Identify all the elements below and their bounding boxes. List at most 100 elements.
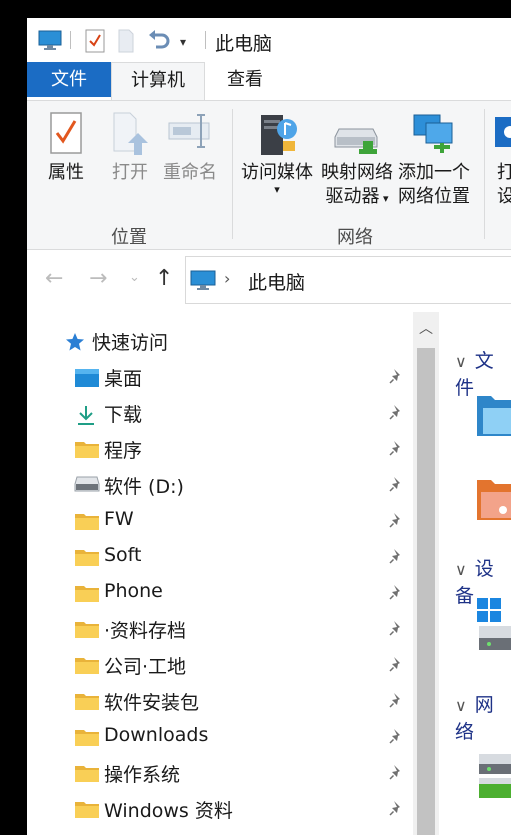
nav-item[interactable]: Downloads	[27, 720, 439, 756]
folder-icon	[75, 800, 99, 824]
nav-item[interactable]: 操作系统	[27, 756, 439, 792]
pin-icon[interactable]	[389, 548, 405, 568]
section-header-network[interactable]: ∨ 网络	[455, 690, 511, 744]
nav-item-label: 程序	[104, 440, 143, 462]
navigation-scrollbar[interactable]: ︿	[413, 312, 439, 835]
nav-item[interactable]: 桌面	[27, 360, 439, 396]
desktop-icon	[75, 368, 99, 392]
nav-item[interactable]: 软件安装包	[27, 684, 439, 720]
nav-item-label: 操作系统	[104, 764, 181, 786]
pin-icon[interactable]	[389, 512, 405, 532]
this-pc-icon	[38, 29, 62, 55]
content-pane: ∨ 文件 ∨ 设备 ∨ 网络	[443, 310, 511, 835]
pin-icon[interactable]	[389, 656, 405, 676]
nav-item[interactable]: Windows 资料	[27, 792, 439, 828]
network-drive-icon[interactable]	[475, 750, 511, 806]
nav-item[interactable]: 软件 (D:)	[27, 468, 439, 504]
location-group-label: 位置	[111, 227, 147, 248]
forward-arrow-icon[interactable]: →	[89, 266, 107, 291]
nav-item[interactable]: ·资料存档	[27, 612, 439, 648]
open-label: 打开	[112, 162, 148, 183]
up-arrow-icon[interactable]: ↑	[155, 266, 173, 291]
nav-item-label: Soft	[104, 544, 142, 566]
network-group-label: 网络	[337, 227, 373, 248]
open-settings-label-2: 设	[497, 186, 511, 207]
pin-icon[interactable]	[389, 620, 405, 640]
chevron-down-icon: ∨	[455, 352, 467, 371]
pin-icon[interactable]	[389, 440, 405, 460]
folder-icon	[75, 548, 99, 572]
open-settings-button[interactable]: 打 设	[491, 111, 511, 209]
back-arrow-icon[interactable]: ←	[45, 266, 63, 291]
navigation-bar: ← → ⌄ ↑ › 此电脑	[27, 250, 511, 310]
scrollbar-thumb[interactable]	[417, 348, 435, 835]
add-network-location-label-2: 网络位置	[398, 186, 470, 207]
pin-icon[interactable]	[389, 692, 405, 712]
scroll-up-icon[interactable]: ︿	[419, 318, 433, 338]
quick-access[interactable]: 快速访问	[27, 324, 439, 360]
system-drive-icon[interactable]	[475, 596, 511, 656]
window-title: 此电脑	[215, 33, 273, 55]
qat-undo-icon[interactable]	[147, 27, 171, 55]
access-media-button[interactable]: 访问媒体 ▾	[239, 111, 315, 195]
add-network-location-button[interactable]: 添加一个 网络位置	[396, 111, 472, 209]
pin-icon[interactable]	[389, 476, 405, 496]
download-icon	[75, 404, 97, 430]
nav-item-label: 公司·工地	[104, 656, 187, 678]
open-icon	[105, 111, 155, 161]
tab-computer[interactable]: 计算机	[111, 62, 205, 100]
folder-music-icon[interactable]	[475, 474, 511, 528]
ribbon-tabs: 文件 计算机 查看	[27, 62, 511, 100]
properties-label: 属性	[48, 162, 84, 183]
pin-icon[interactable]	[389, 368, 405, 388]
folder-icon	[75, 584, 99, 608]
tab-view[interactable]: 查看	[215, 62, 275, 97]
open-button[interactable]: 打开	[105, 111, 155, 185]
navigation-pane: 快速访问 桌面 下载程序软件 (D:) FW Soft Phone ·资料存档公司·工地软…	[27, 310, 439, 835]
pin-icon[interactable]	[389, 584, 405, 604]
nav-item-label: Downloads	[104, 724, 209, 746]
nav-item-label: 软件 (D:)	[104, 476, 184, 498]
nav-item[interactable]: 下载	[27, 396, 439, 432]
map-network-drive-label-1: 映射网络	[321, 162, 393, 183]
map-network-drive-button[interactable]: 映射网络 驱动器 ▾	[317, 111, 397, 211]
folder-3d-objects-icon[interactable]	[475, 390, 511, 444]
settings-icon	[491, 111, 511, 161]
folder-icon	[75, 512, 99, 536]
qat-customize-icon[interactable]: ▾	[180, 35, 186, 49]
recent-locations-icon[interactable]: ⌄	[129, 270, 140, 285]
star-icon	[65, 332, 85, 356]
nav-item-label: ·资料存档	[104, 620, 187, 642]
qat-new-folder-icon[interactable]	[118, 29, 134, 57]
address-bar[interactable]: › 此电脑	[185, 256, 511, 304]
qat-properties-icon[interactable]	[85, 29, 105, 57]
nav-item-label: 软件安装包	[104, 692, 200, 714]
folder-icon	[75, 728, 99, 752]
ribbon-panel: 属性 打开 重命名 位置 访问媒体 ▾ 映射网络 驱动器 ▾ 添加一个 网络位置…	[27, 100, 511, 250]
explorer-window: ▾ 此电脑 文件 计算机 查看 属性 打开 重命名 位置 访问媒体 ▾ 映射网络…	[27, 18, 511, 835]
rename-icon	[161, 111, 219, 161]
pin-icon[interactable]	[389, 728, 405, 748]
properties-button[interactable]: 属性	[41, 111, 91, 185]
nav-item[interactable]: Soft	[27, 540, 439, 576]
nav-item-label: FW	[104, 508, 134, 530]
chevron-down-icon: ∨	[455, 696, 467, 715]
pin-icon[interactable]	[389, 800, 405, 820]
pin-icon[interactable]	[389, 404, 405, 424]
tab-file[interactable]: 文件	[27, 62, 111, 97]
pin-icon[interactable]	[389, 764, 405, 784]
access-media-dropdown-icon: ▾	[274, 183, 280, 196]
nav-item[interactable]: 程序	[27, 432, 439, 468]
folder-icon	[75, 656, 99, 680]
title-bar: ▾ 此电脑	[27, 18, 511, 62]
nav-item[interactable]: 公司·工地	[27, 648, 439, 684]
breadcrumb-separator-icon: ›	[224, 269, 231, 288]
rename-button[interactable]: 重命名	[161, 111, 219, 185]
media-server-icon	[239, 111, 315, 161]
drive-icon	[74, 476, 100, 496]
nav-item[interactable]: Phone	[27, 576, 439, 612]
nav-item[interactable]: FW	[27, 504, 439, 540]
folder-icon	[75, 692, 99, 716]
this-pc-icon	[190, 269, 216, 295]
chevron-down-icon: ∨	[455, 560, 467, 579]
